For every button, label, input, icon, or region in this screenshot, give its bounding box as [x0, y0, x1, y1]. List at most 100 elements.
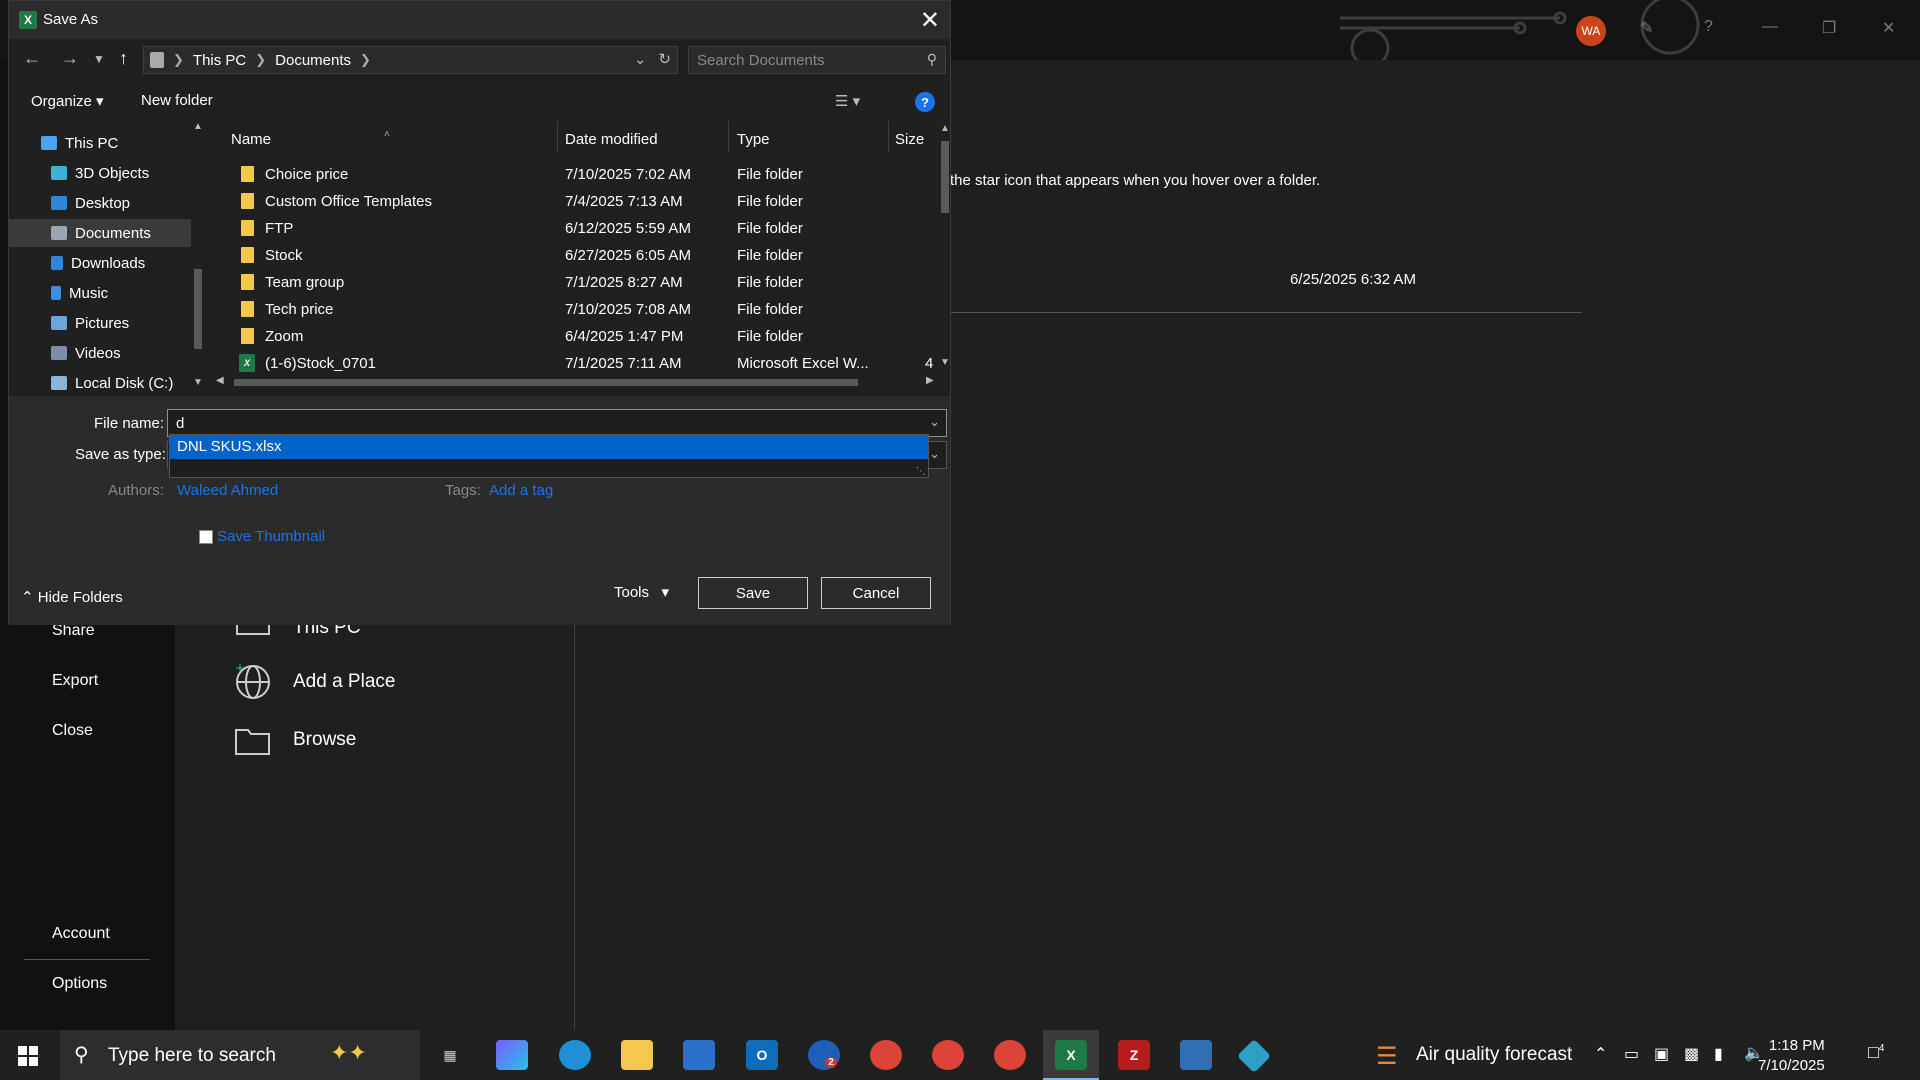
outlook-icon[interactable]: O	[746, 1040, 778, 1070]
scroll-down-icon[interactable]: ▼	[193, 377, 203, 388]
file-explorer-icon[interactable]	[621, 1040, 653, 1070]
copilot-sparkle-icon[interactable]: ✦✦	[330, 1040, 367, 1066]
file-list-scrollbar[interactable]: ▲ ▼	[938, 121, 952, 371]
edge-browser-icon[interactable]	[559, 1040, 591, 1070]
address-bar[interactable]: ❯ This PC ❯ Documents ❯ ⌄ ↻	[143, 46, 678, 74]
taskbar-search-box[interactable]: ⚲ Type here to search ✦✦	[60, 1030, 420, 1080]
scroll-up-icon[interactable]: ▲	[940, 123, 950, 134]
new-folder-button[interactable]: New folder	[141, 92, 213, 109]
chrome-profile-icon[interactable]	[932, 1040, 964, 1070]
excel-taskbar-icon[interactable]: X	[1055, 1040, 1087, 1070]
chevron-down-icon[interactable]: ⌄	[929, 446, 940, 462]
resize-grip-icon[interactable]: ⋱	[916, 466, 926, 477]
organize-button[interactable]: Organize ▾	[31, 92, 104, 110]
tree-item-desktop[interactable]: Desktop	[9, 189, 191, 217]
minimize-icon[interactable]: —	[1762, 18, 1778, 36]
refresh-icon[interactable]: ↻	[658, 50, 671, 68]
scroll-up-icon[interactable]: ▲	[193, 121, 203, 132]
save-thumbnail-label[interactable]: Save Thumbnail	[217, 528, 325, 545]
breadcrumb-documents[interactable]: Documents	[275, 52, 351, 69]
tree-item-videos[interactable]: Videos	[9, 339, 191, 367]
tree-item-downloads[interactable]: Downloads	[9, 249, 191, 277]
chevron-down-icon[interactable]: ⌄	[929, 414, 940, 430]
feedback-icon[interactable]: ✎	[1640, 18, 1653, 38]
microsoft-store-icon[interactable]	[683, 1040, 715, 1070]
file-row[interactable]: FTP 6/12/2025 5:59 AM File folder	[209, 215, 929, 242]
wifi-icon[interactable]: ▩	[1684, 1044, 1699, 1064]
outlook-calendar-icon[interactable]: 2	[808, 1040, 840, 1070]
tree-item-documents[interactable]: Documents	[9, 219, 191, 247]
up-arrow-icon[interactable]: ↑	[119, 48, 128, 69]
place-browse[interactable]: Browse	[233, 720, 356, 760]
back-arrow-icon[interactable]: ←	[23, 48, 41, 69]
file-row[interactable]: Zoom 6/4/2025 1:47 PM File folder	[209, 323, 929, 350]
nav-account[interactable]: Account	[52, 925, 110, 943]
forward-arrow-icon[interactable]: →	[61, 48, 79, 69]
address-dropdown-icon[interactable]: ⌄	[634, 50, 647, 68]
tools-button[interactable]: Tools ▾	[614, 583, 669, 601]
file-row[interactable]: Tech price 7/10/2025 7:08 AM File folder	[209, 296, 929, 323]
tree-item-music[interactable]: Music	[9, 279, 191, 307]
chrome-icon[interactable]	[870, 1040, 902, 1070]
save-thumbnail-checkbox[interactable]	[199, 530, 213, 544]
scroll-thumb[interactable]	[234, 379, 858, 386]
help-icon[interactable]: ?	[1704, 18, 1713, 36]
file-name-input[interactable]: d ⌄	[167, 409, 947, 437]
view-options-icon[interactable]: ☰ ▾	[835, 92, 860, 110]
tree-item-pictures[interactable]: Pictures	[9, 309, 191, 337]
nav-close[interactable]: Close	[52, 722, 93, 740]
file-row[interactable]: Custom Office Templates 7/4/2025 7:13 AM F…	[209, 188, 929, 215]
scroll-left-icon[interactable]: ◀	[216, 375, 224, 386]
task-view-icon[interactable]: ▦	[434, 1040, 466, 1070]
calculator-icon[interactable]	[1180, 1040, 1212, 1070]
scroll-thumb[interactable]	[941, 141, 949, 213]
file-row[interactable]: Stock 6/27/2025 6:05 AM File folder	[209, 242, 929, 269]
place-add-a-place[interactable]: + Add a Place	[233, 662, 395, 702]
file-row[interactable]: Choice price 7/10/2025 7:02 AM File folder	[209, 161, 929, 188]
chrome-profile-2-icon[interactable]	[994, 1040, 1026, 1070]
authors-value[interactable]: Waleed Ahmed	[177, 482, 278, 499]
cancel-button[interactable]: Cancel	[821, 577, 931, 609]
filezilla-icon[interactable]: Z	[1118, 1040, 1150, 1070]
nav-options[interactable]: Options	[52, 975, 107, 993]
tree-item-3d-objects[interactable]: 3D Objects	[9, 159, 191, 187]
system-clock[interactable]: 1:18 PM 7/10/2025	[1758, 1036, 1825, 1076]
notifications-icon[interactable]: □4	[1868, 1042, 1884, 1063]
close-app-icon[interactable]: ✕	[1882, 18, 1895, 38]
file-row[interactable]: X (1-6)Stock_0701 7/1/2025 7:11 AM Microsof…	[209, 350, 933, 377]
tree-item-local-disk[interactable]: Local Disk (C:)	[9, 369, 191, 391]
user-avatar[interactable]: WA	[1576, 16, 1606, 46]
weather-widget[interactable]: Air quality forecast	[1416, 1044, 1572, 1066]
column-type[interactable]: Type	[737, 131, 770, 148]
column-size[interactable]: Size	[895, 131, 924, 148]
column-date-modified[interactable]: Date modified	[565, 131, 658, 148]
network-icon[interactable]: ▭	[1624, 1044, 1639, 1064]
recent-locations-chevron-icon[interactable]: ▼	[93, 52, 105, 66]
scroll-thumb[interactable]	[194, 269, 202, 349]
file-list-hscrollbar[interactable]: ◀ ▶	[214, 375, 939, 389]
nav-export[interactable]: Export	[52, 672, 98, 690]
search-input[interactable]: Search Documents ⚲	[688, 46, 946, 74]
tray-overflow-icon[interactable]: ⌃	[1594, 1044, 1607, 1064]
scroll-down-icon[interactable]: ▼	[940, 357, 950, 368]
copilot-icon[interactable]	[496, 1040, 528, 1070]
windows-start-icon[interactable]	[18, 1046, 38, 1066]
close-icon[interactable]: ✕	[920, 6, 940, 35]
air-quality-icon[interactable]: ☰	[1376, 1042, 1398, 1071]
autocomplete-option[interactable]: DNL SKUS.xlsx	[170, 435, 928, 459]
column-name[interactable]: Name	[231, 131, 271, 148]
breadcrumb-this-pc[interactable]: This PC	[193, 52, 246, 69]
tree-scrollbar[interactable]: ▲ ▼	[191, 121, 205, 391]
clock-time: 1:18 PM	[1768, 1037, 1825, 1054]
help-icon[interactable]: ?	[915, 92, 935, 112]
battery-icon[interactable]: ▮	[1714, 1044, 1723, 1064]
hide-folders-button[interactable]: ⌃ Hide Folders	[21, 588, 123, 606]
app-diamond-icon[interactable]	[1237, 1039, 1271, 1073]
restore-icon[interactable]: ❐	[1822, 18, 1836, 38]
meet-now-icon[interactable]: ▣	[1654, 1044, 1669, 1064]
save-button[interactable]: Save	[698, 577, 808, 609]
add-tag-link[interactable]: Add a tag	[489, 482, 553, 499]
file-row[interactable]: Team group 7/1/2025 8:27 AM File folder	[209, 269, 929, 296]
scroll-right-icon[interactable]: ▶	[926, 375, 934, 386]
tree-item-this-pc[interactable]: This PC	[9, 129, 191, 157]
